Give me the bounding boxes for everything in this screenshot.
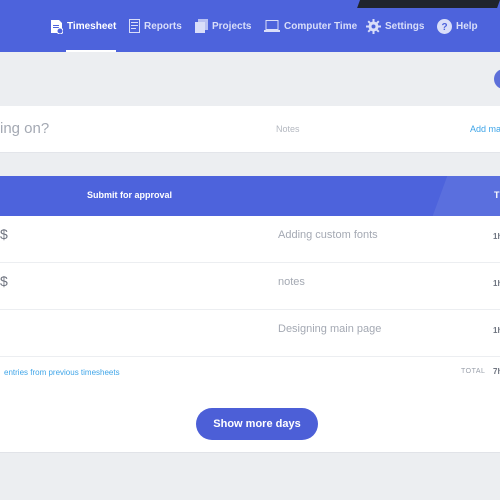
header-sheen xyxy=(432,176,500,216)
entry-description: Adding custom fonts xyxy=(278,229,378,241)
nav-timesheet-label: Timesheet xyxy=(67,20,117,32)
nav-projects[interactable]: Projects xyxy=(195,0,251,52)
reports-icon xyxy=(129,19,140,33)
user-avatar[interactable] xyxy=(494,69,500,89)
gear-icon xyxy=(366,18,381,34)
table-row[interactable]: Designing main page 1h xyxy=(0,310,500,357)
nav-reports-label: Reports xyxy=(144,20,182,32)
total-value: 7h xyxy=(493,367,500,376)
laptop-icon xyxy=(264,20,280,32)
entry-duration: 1h xyxy=(493,232,500,241)
nav-reports[interactable]: Reports xyxy=(129,0,182,52)
nav-projects-label: Projects xyxy=(212,20,252,32)
submit-for-approval-button[interactable]: Submit for approval xyxy=(87,190,172,200)
task-description-input[interactable]: ing on? xyxy=(0,120,49,137)
previous-entries-link[interactable]: entries from previous timesheets xyxy=(4,368,120,377)
billable-icon[interactable]: $ xyxy=(0,273,8,289)
table-row[interactable]: $ notes 1h xyxy=(0,263,500,310)
top-navigation-bar: Timesheet Reports Projects Computer Time… xyxy=(0,0,500,52)
help-icon: ? xyxy=(437,18,452,34)
nav-settings-label: Settings xyxy=(385,20,425,32)
nav-help-label: Help xyxy=(456,20,478,32)
total-label: TOTAL xyxy=(461,368,486,375)
timesheet-icon xyxy=(50,19,63,34)
table-row[interactable]: $ Adding custom fonts 1h xyxy=(0,216,500,263)
projects-icon xyxy=(195,19,208,33)
header-total-label: T xyxy=(494,190,500,200)
nav-computer-time-label: Computer Time xyxy=(284,20,358,32)
entry-duration: 1h xyxy=(493,279,500,288)
nav-timesheet[interactable]: Timesheet xyxy=(50,0,117,52)
nav-computer-time[interactable]: Computer Time xyxy=(264,0,357,52)
billable-icon[interactable]: $ xyxy=(0,226,8,242)
svg-text:?: ? xyxy=(441,22,447,33)
add-manual-link[interactable]: Add ma xyxy=(470,124,500,134)
nav-help[interactable]: ? Help xyxy=(437,0,478,52)
show-more-days-button[interactable]: Show more days xyxy=(196,408,318,440)
entry-duration: 1h xyxy=(493,326,500,335)
timesheet-header-bar xyxy=(0,176,500,216)
entry-description: Designing main page xyxy=(278,323,382,335)
notes-input[interactable]: Notes xyxy=(276,124,300,134)
time-entry-card xyxy=(0,106,500,153)
entry-description: notes xyxy=(278,276,305,288)
nav-settings[interactable]: Settings xyxy=(366,0,424,52)
